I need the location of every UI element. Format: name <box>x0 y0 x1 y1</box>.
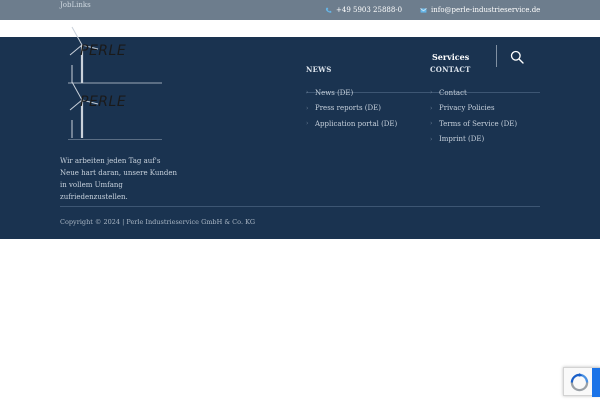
chevron-right-icon: › <box>306 104 309 112</box>
footer-separator <box>60 206 540 207</box>
logo-text: PERLE <box>80 94 126 110</box>
mail-icon <box>420 7 427 13</box>
recaptcha-tab <box>592 368 600 397</box>
about-text: Wir arbeiten jeden Tag auf's Neue hart d… <box>60 157 178 201</box>
chevron-right-icon: › <box>306 89 309 97</box>
contact-links: › Contact › Privacy Policies › Terms of Ser… <box>430 85 517 147</box>
chevron-right-icon: › <box>430 89 433 97</box>
chevron-right-icon: › <box>430 104 433 112</box>
footer-link-privacy[interactable]: › Privacy Policies <box>430 101 517 117</box>
top-bar: JobLinks +49 5903 25888-0 info@perle-ind… <box>0 0 600 20</box>
chevron-right-icon: › <box>306 120 309 128</box>
perle-logo[interactable]: PERLE <box>66 25 162 85</box>
footer-link-news[interactable]: › News (DE) <box>306 85 397 101</box>
phone-number: +49 5903 25888-0 <box>336 6 403 14</box>
recaptcha-badge[interactable] <box>563 367 600 397</box>
nav-divider <box>496 45 497 67</box>
email-address: info@perle-industrieservice.de <box>431 6 541 14</box>
copyright-text: Copyright © 2024 | Perle Industrieservic… <box>60 218 256 226</box>
footer-link-imprint[interactable]: › Imprint (DE) <box>430 132 517 148</box>
news-links: › News (DE) › Press reports (DE) › Applicat… <box>306 85 397 132</box>
email-contact[interactable]: info@perle-industrieservice.de <box>420 6 540 14</box>
contact-heading: CONTACT <box>430 65 471 74</box>
recaptcha-icon <box>570 373 589 392</box>
footer-link-press-reports[interactable]: › Press reports (DE) <box>306 101 397 117</box>
footer-link-contact[interactable]: › Contact <box>430 85 517 101</box>
footer-link-terms[interactable]: › Terms of Service (DE) <box>430 116 517 132</box>
chevron-right-icon: › <box>430 120 433 128</box>
logo-text: PERLE <box>80 43 126 59</box>
phone-contact[interactable]: +49 5903 25888-0 <box>325 6 402 14</box>
joblinks-link[interactable]: JobLinks <box>60 1 91 9</box>
phone-icon <box>325 7 332 13</box>
news-heading: NEWS <box>306 65 332 74</box>
nav-services[interactable]: Services <box>432 52 469 62</box>
chevron-right-icon: › <box>430 135 433 143</box>
perle-logo[interactable]: PERLE <box>66 80 162 140</box>
page: JobLinks +49 5903 25888-0 info@perle-ind… <box>0 0 600 400</box>
search-icon[interactable] <box>510 50 524 64</box>
footer-link-application-portal[interactable]: › Application portal (DE) <box>306 116 397 132</box>
